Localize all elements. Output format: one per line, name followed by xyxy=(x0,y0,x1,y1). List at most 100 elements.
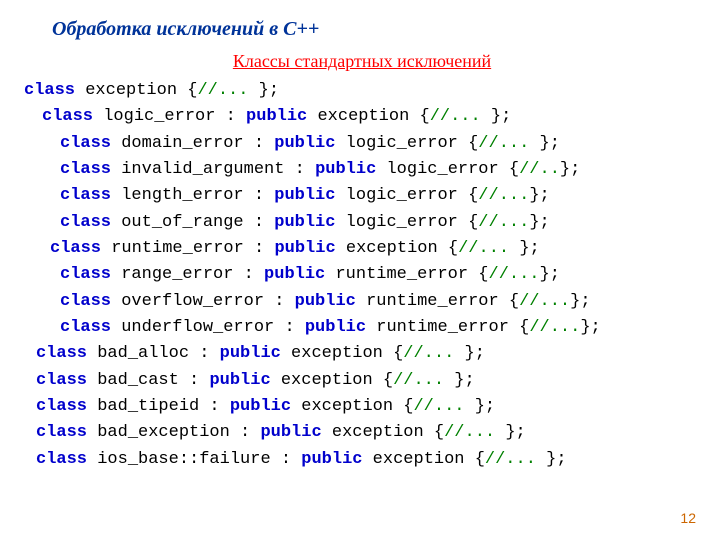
kw-class: class xyxy=(60,265,111,284)
kw-class: class xyxy=(36,344,87,363)
code-line: class bad_exception : public exception {… xyxy=(36,420,700,446)
kw-class: class xyxy=(60,160,111,179)
slide: Обработка исключений в С++ Классы станда… xyxy=(0,0,720,540)
code-seg: logic_error : xyxy=(93,107,246,126)
code-comment: //... xyxy=(413,397,474,416)
code-seg: }; xyxy=(540,265,560,284)
code-seg: }; xyxy=(475,397,495,416)
code-seg: bad_tipeid : xyxy=(87,397,230,416)
code-seg: }; xyxy=(505,423,525,442)
code-comment: //... xyxy=(197,81,258,100)
code-seg: exception { xyxy=(336,239,458,258)
code-line: class bad_tipeid : public exception {//.… xyxy=(36,394,700,420)
code-seg: runtime_error { xyxy=(366,318,529,337)
code-line: class logic_error : public exception {//… xyxy=(42,104,700,130)
code-seg: }; xyxy=(454,371,474,390)
code-comment: //... xyxy=(444,423,505,442)
code-seg: }; xyxy=(529,186,549,205)
code-line: class domain_error : public logic_error … xyxy=(60,131,700,157)
kw-class: class xyxy=(60,213,111,232)
kw-public: public xyxy=(220,344,281,363)
code-seg: exception { xyxy=(291,397,413,416)
kw-class: class xyxy=(60,292,111,311)
code-seg: range_error : xyxy=(111,265,264,284)
code-block: class exception {//... };class logic_err… xyxy=(24,78,700,473)
kw-class: class xyxy=(36,371,87,390)
slide-title: Обработка исключений в С++ xyxy=(52,18,700,41)
code-seg: overflow_error : xyxy=(111,292,295,311)
code-seg: exception { xyxy=(362,450,484,469)
code-line: class overflow_error : public runtime_er… xyxy=(60,289,700,315)
code-comment: //... xyxy=(458,239,519,258)
code-seg: exception { xyxy=(75,81,197,100)
code-line: class bad_cast : public exception {//...… xyxy=(36,368,700,394)
code-seg: runtime_error { xyxy=(356,292,519,311)
code-seg: }; xyxy=(519,239,539,258)
code-seg: }; xyxy=(259,81,279,100)
code-seg: }; xyxy=(491,107,511,126)
code-line: class range_error : public runtime_error… xyxy=(60,262,700,288)
code-seg: domain_error : xyxy=(111,134,274,153)
slide-subhead: Классы стандартных исключений xyxy=(24,51,700,72)
code-seg: bad_alloc : xyxy=(87,344,220,363)
code-seg: logic_error { xyxy=(376,160,519,179)
code-line: class runtime_error : public exception {… xyxy=(50,236,700,262)
kw-public: public xyxy=(274,134,335,153)
kw-public: public xyxy=(295,292,356,311)
kw-public: public xyxy=(274,213,335,232)
code-seg: exception { xyxy=(281,344,403,363)
kw-public: public xyxy=(246,107,307,126)
code-comment: //... xyxy=(485,450,546,469)
kw-public: public xyxy=(301,450,362,469)
code-line: class length_error : public logic_error … xyxy=(60,183,700,209)
code-line: class underflow_error : public runtime_e… xyxy=(60,315,700,341)
code-line: class invalid_argument : public logic_er… xyxy=(60,157,700,183)
code-comment: //... xyxy=(529,318,580,337)
code-seg: }; xyxy=(560,160,580,179)
kw-public: public xyxy=(230,397,291,416)
code-seg: runtime_error : xyxy=(101,239,274,258)
kw-public: public xyxy=(209,371,270,390)
code-seg: }; xyxy=(570,292,590,311)
code-comment: //... xyxy=(430,107,491,126)
code-seg: runtime_error { xyxy=(325,265,488,284)
code-seg: invalid_argument : xyxy=(111,160,315,179)
code-seg: logic_error { xyxy=(335,186,478,205)
code-line: class exception {//... }; xyxy=(24,78,700,104)
code-seg: exception { xyxy=(271,371,393,390)
kw-class: class xyxy=(36,397,87,416)
kw-public: public xyxy=(315,160,376,179)
kw-class: class xyxy=(60,186,111,205)
code-seg: exception { xyxy=(307,107,429,126)
code-line: class bad_alloc : public exception {//..… xyxy=(36,341,700,367)
code-seg: logic_error { xyxy=(335,213,478,232)
code-seg: bad_cast : xyxy=(87,371,209,390)
kw-public: public xyxy=(264,265,325,284)
code-seg: length_error : xyxy=(111,186,274,205)
kw-class: class xyxy=(36,450,87,469)
code-seg: }; xyxy=(529,213,549,232)
code-seg: }; xyxy=(465,344,485,363)
code-seg: }; xyxy=(580,318,600,337)
code-seg: out_of_range : xyxy=(111,213,274,232)
kw-class: class xyxy=(42,107,93,126)
kw-public: public xyxy=(274,239,335,258)
kw-public: public xyxy=(274,186,335,205)
kw-class: class xyxy=(60,134,111,153)
code-comment: //... xyxy=(403,344,464,363)
code-comment: //.. xyxy=(519,160,560,179)
kw-public: public xyxy=(305,318,366,337)
code-comment: //... xyxy=(519,292,570,311)
kw-class: class xyxy=(24,81,75,100)
code-seg: exception { xyxy=(322,423,444,442)
code-comment: //... xyxy=(489,265,540,284)
code-seg: logic_error { xyxy=(335,134,478,153)
code-seg: underflow_error : xyxy=(111,318,305,337)
kw-class: class xyxy=(36,423,87,442)
code-seg: }; xyxy=(546,450,566,469)
code-comment: //... xyxy=(393,371,454,390)
code-line: class ios_base::failure : public excepti… xyxy=(36,447,700,473)
code-seg: ios_base::failure : xyxy=(87,450,301,469)
code-comment: //... xyxy=(478,186,529,205)
kw-class: class xyxy=(50,239,101,258)
